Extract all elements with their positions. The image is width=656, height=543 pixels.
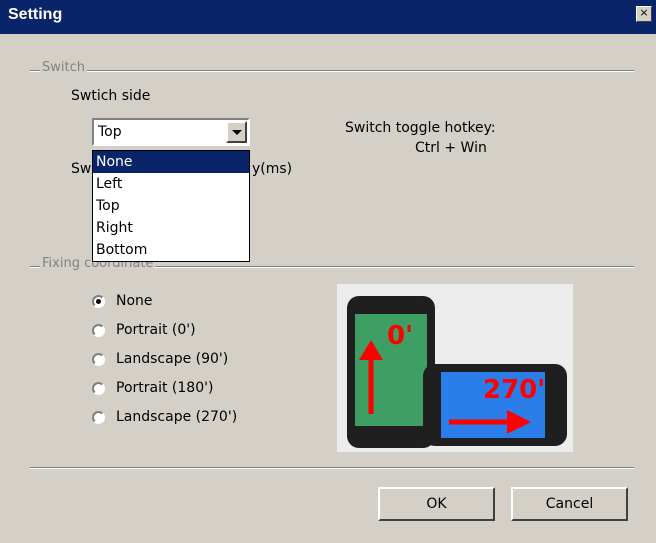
ok-button[interactable]: OK <box>378 487 495 521</box>
radio-label: Landscape (270') <box>116 409 238 425</box>
radio-button[interactable] <box>92 324 105 337</box>
landscape-angle-label: 270' <box>483 375 545 405</box>
radio-button[interactable] <box>92 353 105 366</box>
dropdown-option[interactable]: Bottom <box>93 239 249 261</box>
dropdown-option[interactable]: None <box>93 151 249 173</box>
switch-side-dropdown[interactable]: None Left Top Right Bottom <box>92 150 250 262</box>
chevron-down-icon[interactable] <box>226 121 247 143</box>
hotkey-label: Switch toggle hotkey: <box>345 120 496 136</box>
hotkey-value: Ctrl + Win <box>415 140 487 156</box>
switch-delay-label-right: y(ms) <box>252 161 293 177</box>
radio-label: Portrait (180') <box>116 380 214 396</box>
dropdown-option[interactable]: Right <box>93 217 249 239</box>
dropdown-option[interactable]: Left <box>93 173 249 195</box>
switch-group-label: Switch <box>40 60 87 75</box>
radio-button[interactable] <box>92 295 105 308</box>
title-bar: Setting × <box>0 0 656 34</box>
cancel-button[interactable]: Cancel <box>511 487 628 521</box>
radio-button[interactable] <box>92 411 105 424</box>
portrait-angle-label: 0' <box>387 321 413 351</box>
phones-illustration: 0' 270' <box>347 296 567 448</box>
switch-side-combobox[interactable]: Top <box>92 118 250 146</box>
switch-side-value: Top <box>98 124 122 140</box>
switch-group-line <box>30 70 634 72</box>
close-button[interactable]: × <box>636 6 652 22</box>
separator <box>30 467 634 469</box>
radio-button[interactable] <box>92 382 105 395</box>
switch-delay-label-left: Sw <box>71 161 92 177</box>
radio-label: Landscape (90') <box>116 351 229 367</box>
dropdown-option[interactable]: Top <box>93 195 249 217</box>
settings-dialog: Setting × Switch Swtich side Top Sw y(ms… <box>0 0 656 543</box>
radio-label: None <box>116 293 153 309</box>
radio-label: Portrait (0') <box>116 322 196 338</box>
orientation-preview-image: 0' 270' <box>337 284 573 452</box>
window-title: Setting <box>8 6 63 23</box>
switch-side-label: Swtich side <box>71 88 151 104</box>
